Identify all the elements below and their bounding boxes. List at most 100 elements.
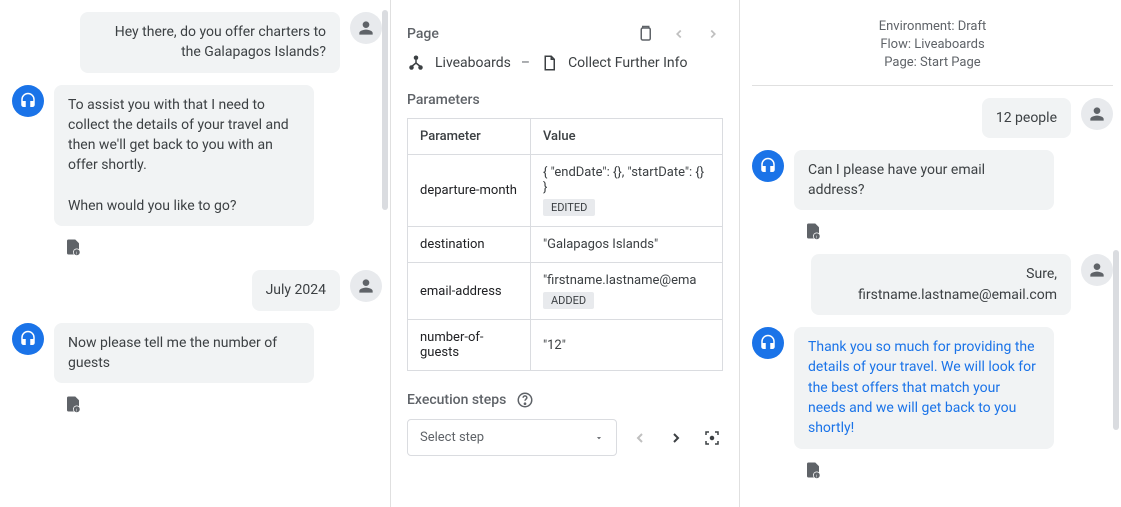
- bot-avatar: [752, 150, 784, 182]
- env-line: Flow: Liveaboards: [752, 36, 1113, 54]
- chat-message-user: 12 people: [752, 98, 1113, 138]
- chat-message-bot: Now please tell me the number of guests: [12, 323, 382, 384]
- clipboard-button[interactable]: [635, 24, 655, 44]
- chevron-right-icon: [706, 27, 720, 41]
- status-chip-edited: EDITED: [543, 199, 595, 216]
- scrollbar-thumb[interactable]: [1113, 250, 1119, 430]
- user-avatar: [350, 270, 382, 302]
- bot-avatar: [752, 327, 784, 359]
- select-step-placeholder: Select step: [420, 430, 484, 445]
- attachment-indicator[interactable]: i: [804, 461, 1113, 479]
- chat-bubble: 12 people: [982, 98, 1071, 138]
- page-label: Page: [407, 26, 439, 42]
- execution-steps-heading: Execution steps: [407, 391, 723, 409]
- chat-bubble: Can I please have your email address?: [794, 150, 1054, 211]
- param-value: "firstname.lastname@ema ADDED: [530, 263, 722, 320]
- select-step-dropdown[interactable]: Select step: [407, 419, 617, 456]
- chat-panel-left: Hey there, do you offer charters to the …: [0, 0, 390, 507]
- chat-message-bot: To assist you with that I need to collec…: [12, 85, 382, 227]
- env-line: Page: Start Page: [752, 54, 1113, 72]
- chat-message-user: July 2024: [12, 270, 382, 310]
- prev-button[interactable]: [669, 24, 689, 44]
- panel-nav: [635, 24, 723, 44]
- param-value: "Galapagos Islands": [530, 227, 722, 263]
- param-name: number-of-guests: [408, 320, 531, 371]
- chat-message-bot: Thank you so much for providing the deta…: [752, 327, 1113, 448]
- chevron-left-icon: [632, 430, 648, 446]
- parameters-table: Parameter Value departure-month { "endDa…: [407, 118, 723, 371]
- environment-header: Environment: Draft Flow: Liveaboards Pag…: [752, 12, 1113, 86]
- step-nav: [629, 427, 723, 449]
- center-focus-icon: [703, 429, 721, 447]
- svg-text:i: i: [76, 408, 77, 414]
- chat-bubble: Now please tell me the number of guests: [54, 323, 314, 384]
- file-info-icon: i: [64, 395, 82, 413]
- next-button[interactable]: [703, 24, 723, 44]
- param-name: email-address: [408, 263, 531, 320]
- param-value: { "endDate": {}, "startDate": {} } EDITE…: [530, 155, 722, 227]
- chat-bubble: July 2024: [252, 270, 340, 310]
- bot-avatar: [12, 85, 44, 117]
- step-prev-button[interactable]: [629, 427, 651, 449]
- user-avatar: [350, 12, 382, 44]
- chat-bubble: Hey there, do you offer charters to the …: [80, 12, 340, 73]
- help-icon[interactable]: [516, 391, 534, 409]
- breadcrumb-page[interactable]: Collect Further Info: [568, 55, 687, 71]
- scrollbar-thumb[interactable]: [382, 10, 388, 210]
- status-chip-added: ADDED: [543, 292, 594, 309]
- table-row: email-address "firstname.lastname@ema AD…: [408, 263, 723, 320]
- file-info-icon: i: [804, 461, 822, 479]
- col-header-value: Value: [530, 119, 722, 155]
- col-header-parameter: Parameter: [408, 119, 531, 155]
- caret-down-icon: [594, 433, 604, 443]
- details-panel: Page Liveaboards – Collect Further Info …: [390, 0, 740, 507]
- breadcrumb: Liveaboards – Collect Further Info: [407, 54, 723, 72]
- clipboard-icon: [636, 25, 654, 43]
- headset-icon: [19, 92, 37, 110]
- param-value-text: { "endDate": {}, "startDate": {} }: [543, 165, 704, 195]
- chat-message-user: Sure, firstname.lastname@email.com: [752, 254, 1113, 315]
- chat-message-bot: Can I please have your email address?: [752, 150, 1113, 211]
- person-icon: [1087, 260, 1107, 280]
- svg-text:i: i: [76, 251, 77, 257]
- parameters-heading: Parameters: [407, 92, 723, 108]
- headset-icon: [19, 330, 37, 348]
- headset-icon: [759, 157, 777, 175]
- breadcrumb-separator: –: [521, 55, 530, 71]
- person-icon: [1087, 104, 1107, 124]
- table-row: number-of-guests "12": [408, 320, 723, 371]
- user-avatar: [1081, 98, 1113, 130]
- person-icon: [356, 276, 376, 296]
- param-name: departure-month: [408, 155, 531, 227]
- headset-icon: [759, 334, 777, 352]
- svg-text:i: i: [816, 235, 817, 241]
- chat-bubble: To assist you with that I need to collec…: [54, 85, 314, 227]
- param-name: destination: [408, 227, 531, 263]
- execution-steps-label: Execution steps: [407, 392, 506, 408]
- param-value: "12": [530, 320, 722, 371]
- param-value-text: "firstname.lastname@ema: [543, 273, 697, 288]
- step-next-button[interactable]: [665, 427, 687, 449]
- table-row: destination "Galapagos Islands": [408, 227, 723, 263]
- chat-bubble: Thank you so much for providing the deta…: [794, 327, 1054, 448]
- flow-icon: [407, 54, 425, 72]
- breadcrumb-flow[interactable]: Liveaboards: [435, 55, 511, 71]
- attachment-indicator[interactable]: i: [64, 395, 382, 413]
- panel-header: Page: [407, 24, 723, 44]
- chat-message-user: Hey there, do you offer charters to the …: [12, 12, 382, 73]
- focus-button[interactable]: [701, 427, 723, 449]
- svg-text:i: i: [816, 473, 817, 479]
- file-info-icon: i: [64, 238, 82, 256]
- table-row: departure-month { "endDate": {}, "startD…: [408, 155, 723, 227]
- user-avatar: [1081, 254, 1113, 286]
- bot-avatar: [12, 323, 44, 355]
- attachment-indicator[interactable]: i: [804, 222, 1113, 240]
- attachment-indicator[interactable]: i: [64, 238, 382, 256]
- file-info-icon: i: [804, 222, 822, 240]
- chat-bubble: Sure, firstname.lastname@email.com: [811, 254, 1071, 315]
- person-icon: [356, 18, 376, 38]
- env-line: Environment: Draft: [752, 18, 1113, 36]
- chat-panel-right: Environment: Draft Flow: Liveaboards Pag…: [740, 0, 1121, 507]
- page-icon: [540, 54, 558, 72]
- chevron-left-icon: [672, 27, 686, 41]
